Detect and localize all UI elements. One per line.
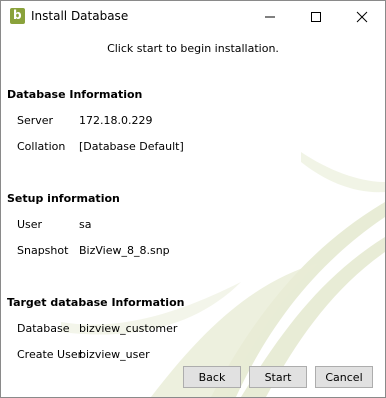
server-value: 172.18.0.229: [79, 114, 153, 127]
server-label: Server: [17, 114, 54, 127]
intro-text: Click start to begin installation.: [107, 42, 279, 55]
setup-info-heading: Setup information: [7, 192, 120, 205]
minimize-icon: [265, 16, 275, 18]
maximize-icon: [311, 12, 321, 22]
database-info-heading: Database Information: [7, 88, 143, 101]
app-logo-icon: b: [10, 8, 25, 24]
create-user-label: Create User: [17, 348, 83, 361]
create-user-value: bizview_user: [79, 348, 150, 361]
target-info-heading: Target database Information: [7, 296, 185, 309]
snapshot-label: Snapshot: [17, 244, 69, 257]
cancel-button[interactable]: Cancel: [315, 366, 373, 388]
user-label: User: [17, 218, 43, 231]
dialog-content: Click start to begin installation. Datab…: [1, 32, 385, 397]
background-swoosh-decoration: [61, 152, 385, 397]
window-title: Install Database: [31, 9, 129, 23]
close-icon: [356, 11, 368, 23]
snapshot-value: BizView_8_8.snp: [79, 244, 170, 257]
app-logo-letter: b: [13, 8, 22, 22]
collation-value: [Database Default]: [79, 140, 184, 153]
start-button[interactable]: Start: [249, 366, 307, 388]
minimize-button[interactable]: [247, 1, 293, 32]
back-button[interactable]: Back: [183, 366, 241, 388]
install-database-window: b Install Database Click start to begin …: [0, 0, 386, 398]
database-value: bizview_customer: [79, 322, 178, 335]
user-value: sa: [79, 218, 92, 231]
collation-label: Collation: [17, 140, 66, 153]
title-bar[interactable]: b Install Database: [1, 1, 385, 32]
close-button[interactable]: [339, 1, 385, 32]
database-label: Database: [17, 322, 70, 335]
maximize-button[interactable]: [293, 1, 339, 32]
